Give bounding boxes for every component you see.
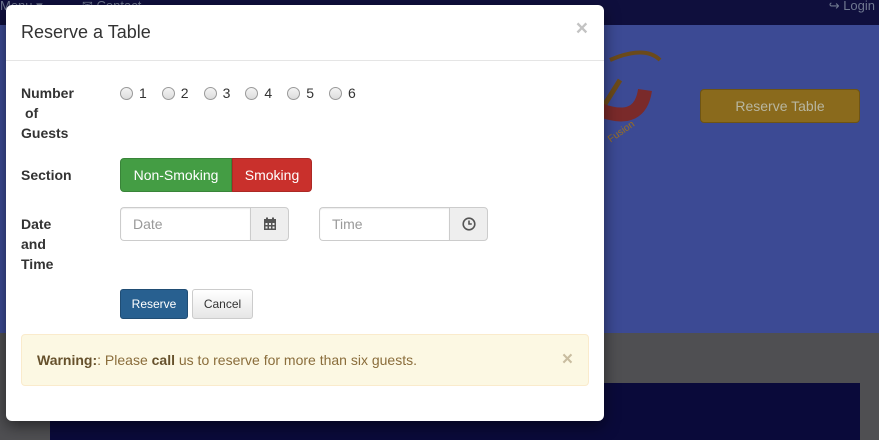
date-time-label: Date and Time <box>21 216 54 272</box>
date-input-group <box>120 207 289 241</box>
guests-option-4[interactable]: 4 <box>245 85 272 101</box>
cancel-button[interactable]: Cancel <box>192 289 253 319</box>
guests-option-6[interactable]: 6 <box>328 85 356 101</box>
clock-icon-glyph <box>461 217 476 231</box>
guests-option-1[interactable]: 1 <box>120 85 147 101</box>
modal-header: Reserve a Table × <box>6 5 604 61</box>
alert-message: Warning:: Please call us to reserve for … <box>37 352 417 368</box>
close-icon[interactable]: × <box>576 17 588 41</box>
calendar-icon[interactable] <box>250 207 289 241</box>
time-input[interactable] <box>319 207 449 241</box>
non-smoking-button[interactable]: Non-Smoking <box>120 158 232 192</box>
calendar-icon-glyph <box>263 217 276 230</box>
clock-icon[interactable] <box>449 207 488 241</box>
date-input[interactable] <box>120 207 250 241</box>
logo-text: Fusion <box>606 119 637 145</box>
alert-close-icon[interactable]: × <box>562 349 573 371</box>
radio-button[interactable] <box>287 86 301 100</box>
background-reserve-table-button: Reserve Table <box>700 89 860 123</box>
smoking-button[interactable]: Smoking <box>232 158 312 192</box>
section-label: Section <box>21 167 72 183</box>
reserve-button[interactable]: Reserve <box>120 289 188 319</box>
guests-option-5[interactable]: 5 <box>287 85 314 101</box>
radio-button[interactable] <box>161 86 175 100</box>
modal-title: Reserve a Table <box>21 22 151 42</box>
radio-button[interactable] <box>203 86 217 100</box>
radio-button[interactable] <box>328 86 342 100</box>
guests-radio-group: 1 2 3 4 5 6 <box>120 85 371 101</box>
reserve-table-modal: Reserve a Table × Number of Guests 1 2 3… <box>6 5 604 421</box>
radio-button[interactable] <box>120 86 133 100</box>
alert-call-word: call <box>151 352 175 368</box>
guests-option-2[interactable]: 2 <box>161 85 189 101</box>
guests-option-3[interactable]: 3 <box>203 85 230 101</box>
radio-button[interactable] <box>245 86 259 100</box>
nav-login-link: ↪ Login <box>828 0 875 13</box>
alert-strong: Warning: <box>37 352 98 368</box>
guests-label: Number of Guests <box>21 85 74 141</box>
warning-alert: Warning:: Please call us to reserve for … <box>21 334 589 386</box>
time-input-group <box>319 207 488 241</box>
section-button-group: Non-Smoking Smoking <box>120 158 312 192</box>
